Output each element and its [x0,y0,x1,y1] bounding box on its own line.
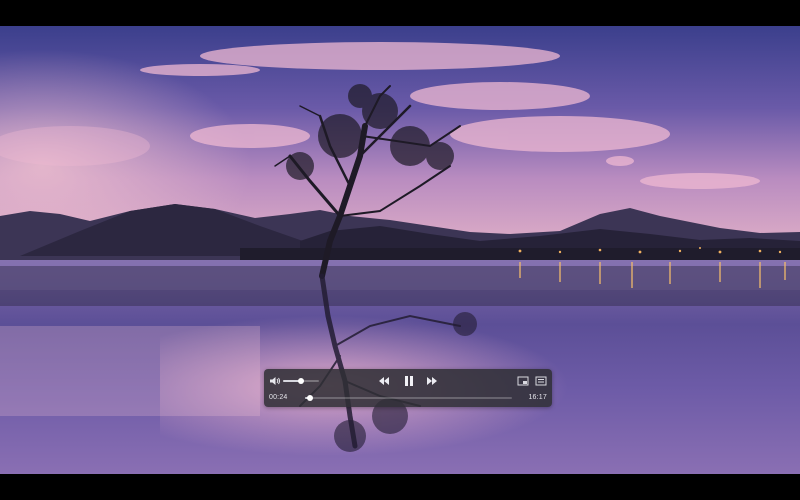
play-pause-button[interactable] [402,374,416,388]
seek-bar[interactable] [305,395,512,401]
speaker-volume-icon[interactable] [269,375,281,387]
pause-icon [405,376,413,386]
fast-forward-button[interactable] [426,375,438,387]
video-player-window: 00:24 16:17 [0,0,800,500]
picture-in-picture-icon [517,376,529,386]
volume-slider[interactable] [283,378,319,384]
playlist-button[interactable] [535,375,547,387]
playback-controls-bar: 00:24 16:17 [264,369,552,407]
playlist-icon [535,376,547,386]
fast-forward-icon [427,377,437,385]
volume-slider-knob[interactable] [298,378,304,384]
seek-bar-knob[interactable] [307,395,314,401]
rewind-icon [379,377,389,385]
total-duration: 16:17 [528,394,547,401]
elapsed-time: 00:24 [269,394,288,401]
picture-in-picture-button[interactable] [517,375,529,387]
rewind-button[interactable] [378,375,390,387]
